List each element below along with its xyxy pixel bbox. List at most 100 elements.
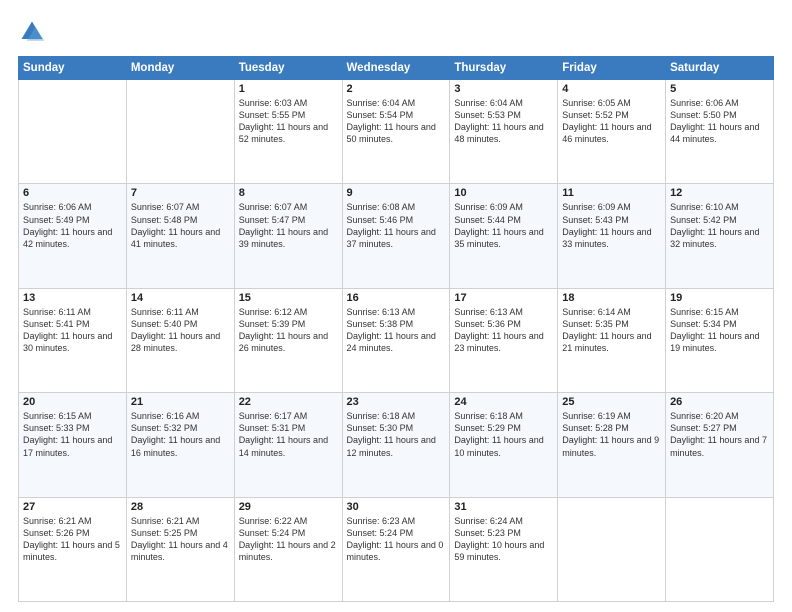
day-number: 14 (131, 292, 230, 304)
calendar-week-row: 20 Sunrise: 6:15 AMSunset: 5:33 PMDayligh… (19, 393, 774, 497)
day-detail: Sunrise: 6:21 AMSunset: 5:26 PMDaylight:… (23, 515, 122, 564)
day-detail: Sunrise: 6:18 AMSunset: 5:30 PMDaylight:… (347, 410, 446, 459)
day-detail: Sunrise: 6:21 AMSunset: 5:25 PMDaylight:… (131, 515, 230, 564)
day-detail: Sunrise: 6:15 AMSunset: 5:34 PMDaylight:… (670, 306, 769, 355)
day-detail: Sunrise: 6:11 AMSunset: 5:41 PMDaylight:… (23, 306, 122, 355)
day-detail: Sunrise: 6:15 AMSunset: 5:33 PMDaylight:… (23, 410, 122, 459)
day-detail: Sunrise: 6:14 AMSunset: 5:35 PMDaylight:… (562, 306, 661, 355)
header (18, 18, 774, 46)
day-detail: Sunrise: 6:23 AMSunset: 5:24 PMDaylight:… (347, 515, 446, 564)
day-detail: Sunrise: 6:11 AMSunset: 5:40 PMDaylight:… (131, 306, 230, 355)
day-number: 12 (670, 187, 769, 199)
day-number: 13 (23, 292, 122, 304)
day-number: 19 (670, 292, 769, 304)
day-detail: Sunrise: 6:13 AMSunset: 5:38 PMDaylight:… (347, 306, 446, 355)
calendar-cell: 1Sunrise: 6:03 AMSunset: 5:55 PMDaylight… (234, 80, 342, 184)
day-number: 6 (23, 187, 122, 199)
day-detail: Sunrise: 6:06 AMSunset: 5:49 PMDaylight:… (23, 201, 122, 250)
calendar-cell: 6 Sunrise: 6:06 AMSunset: 5:49 PMDaylight… (19, 184, 127, 288)
day-number: 17 (454, 292, 553, 304)
calendar-cell: 30 Sunrise: 6:23 AMSunset: 5:24 PMDayligh… (342, 497, 450, 601)
day-detail: Sunrise: 6:07 AMSunset: 5:47 PMDaylight:… (239, 201, 338, 250)
day-number: 18 (562, 292, 661, 304)
calendar-cell: 5 Sunrise: 6:06 AMSunset: 5:50 PMDaylight… (666, 80, 774, 184)
calendar-cell: 8 Sunrise: 6:07 AMSunset: 5:47 PMDaylight… (234, 184, 342, 288)
weekday-header: Sunday (19, 57, 127, 80)
day-number: 9 (347, 187, 446, 199)
day-detail: Sunrise: 6:04 AMSunset: 5:53 PMDaylight:… (454, 97, 553, 146)
day-detail: Sunrise: 6:17 AMSunset: 5:31 PMDaylight:… (239, 410, 338, 459)
day-number: 28 (131, 501, 230, 513)
day-detail: Sunrise: 6:08 AMSunset: 5:46 PMDaylight:… (347, 201, 446, 250)
day-number: 31 (454, 501, 553, 513)
day-detail: Sunrise: 6:09 AMSunset: 5:44 PMDaylight:… (454, 201, 553, 250)
weekday-header: Saturday (666, 57, 774, 80)
day-number: 26 (670, 396, 769, 408)
calendar-cell: 19 Sunrise: 6:15 AMSunset: 5:34 PMDayligh… (666, 288, 774, 392)
calendar-cell: 22 Sunrise: 6:17 AMSunset: 5:31 PMDayligh… (234, 393, 342, 497)
calendar-cell (126, 80, 234, 184)
calendar-cell: 17 Sunrise: 6:13 AMSunset: 5:36 PMDayligh… (450, 288, 558, 392)
calendar-cell: 20 Sunrise: 6:15 AMSunset: 5:33 PMDayligh… (19, 393, 127, 497)
weekday-header: Wednesday (342, 57, 450, 80)
calendar-cell: 11 Sunrise: 6:09 AMSunset: 5:43 PMDayligh… (558, 184, 666, 288)
calendar-table: SundayMondayTuesdayWednesdayThursdayFrid… (18, 56, 774, 602)
day-number: 23 (347, 396, 446, 408)
calendar-cell: 2Sunrise: 6:04 AMSunset: 5:54 PMDaylight… (342, 80, 450, 184)
day-number: 4 (562, 83, 661, 95)
day-number: 29 (239, 501, 338, 513)
day-detail: Sunrise: 6:18 AMSunset: 5:29 PMDaylight:… (454, 410, 553, 459)
weekday-header: Tuesday (234, 57, 342, 80)
weekday-header: Thursday (450, 57, 558, 80)
day-detail: Sunrise: 6:06 AMSunset: 5:50 PMDaylight:… (670, 97, 769, 146)
day-number: 8 (239, 187, 338, 199)
day-detail: Sunrise: 6:22 AMSunset: 5:24 PMDaylight:… (239, 515, 338, 564)
calendar-cell: 28 Sunrise: 6:21 AMSunset: 5:25 PMDayligh… (126, 497, 234, 601)
logo-icon (18, 18, 46, 46)
day-detail: Sunrise: 6:05 AMSunset: 5:52 PMDaylight:… (562, 97, 661, 146)
day-number: 21 (131, 396, 230, 408)
calendar-cell: 7Sunrise: 6:07 AMSunset: 5:48 PMDaylight… (126, 184, 234, 288)
calendar-cell: 15Sunrise: 6:12 AMSunset: 5:39 PMDayligh… (234, 288, 342, 392)
day-detail: Sunrise: 6:13 AMSunset: 5:36 PMDaylight:… (454, 306, 553, 355)
day-detail: Sunrise: 6:24 AMSunset: 5:23 PMDaylight:… (454, 515, 553, 564)
day-number: 22 (239, 396, 338, 408)
calendar-cell: 26Sunrise: 6:20 AMSunset: 5:27 PMDayligh… (666, 393, 774, 497)
logo (18, 18, 50, 46)
day-number: 16 (347, 292, 446, 304)
calendar-cell: 3 Sunrise: 6:04 AMSunset: 5:53 PMDaylight… (450, 80, 558, 184)
calendar-cell: 24 Sunrise: 6:18 AMSunset: 5:29 PMDayligh… (450, 393, 558, 497)
day-number: 1 (239, 83, 338, 95)
calendar-cell: 18 Sunrise: 6:14 AMSunset: 5:35 PMDayligh… (558, 288, 666, 392)
day-number: 5 (670, 83, 769, 95)
calendar-cell: 16 Sunrise: 6:13 AMSunset: 5:38 PMDayligh… (342, 288, 450, 392)
day-detail: Sunrise: 6:07 AMSunset: 5:48 PMDaylight:… (131, 201, 230, 250)
calendar-cell: 23 Sunrise: 6:18 AMSunset: 5:30 PMDayligh… (342, 393, 450, 497)
calendar-cell (19, 80, 127, 184)
calendar-week-row: 13 Sunrise: 6:11 AMSunset: 5:41 PMDayligh… (19, 288, 774, 392)
day-number: 30 (347, 501, 446, 513)
day-number: 20 (23, 396, 122, 408)
day-number: 2 (347, 83, 446, 95)
calendar-week-row: 1Sunrise: 6:03 AMSunset: 5:55 PMDaylight… (19, 80, 774, 184)
calendar-cell (666, 497, 774, 601)
calendar-cell: 10Sunrise: 6:09 AMSunset: 5:44 PMDayligh… (450, 184, 558, 288)
day-number: 27 (23, 501, 122, 513)
calendar-cell: 29 Sunrise: 6:22 AMSunset: 5:24 PMDayligh… (234, 497, 342, 601)
calendar-cell: 31 Sunrise: 6:24 AMSunset: 5:23 PMDayligh… (450, 497, 558, 601)
calendar-week-row: 6 Sunrise: 6:06 AMSunset: 5:49 PMDaylight… (19, 184, 774, 288)
day-detail: Sunrise: 6:09 AMSunset: 5:43 PMDaylight:… (562, 201, 661, 250)
page: SundayMondayTuesdayWednesdayThursdayFrid… (0, 0, 792, 612)
calendar-cell: 4 Sunrise: 6:05 AMSunset: 5:52 PMDaylight… (558, 80, 666, 184)
day-detail: Sunrise: 6:12 AMSunset: 5:39 PMDaylight:… (239, 306, 338, 355)
calendar-cell: 13 Sunrise: 6:11 AMSunset: 5:41 PMDayligh… (19, 288, 127, 392)
calendar-cell: 25Sunrise: 6:19 AMSunset: 5:28 PMDayligh… (558, 393, 666, 497)
calendar-cell: 12Sunrise: 6:10 AMSunset: 5:42 PMDayligh… (666, 184, 774, 288)
calendar-week-row: 27 Sunrise: 6:21 AMSunset: 5:26 PMDayligh… (19, 497, 774, 601)
day-number: 24 (454, 396, 553, 408)
day-number: 3 (454, 83, 553, 95)
calendar-cell: 27 Sunrise: 6:21 AMSunset: 5:26 PMDayligh… (19, 497, 127, 601)
day-detail: Sunrise: 6:16 AMSunset: 5:32 PMDaylight:… (131, 410, 230, 459)
day-number: 11 (562, 187, 661, 199)
calendar-cell: 21 Sunrise: 6:16 AMSunset: 5:32 PMDayligh… (126, 393, 234, 497)
